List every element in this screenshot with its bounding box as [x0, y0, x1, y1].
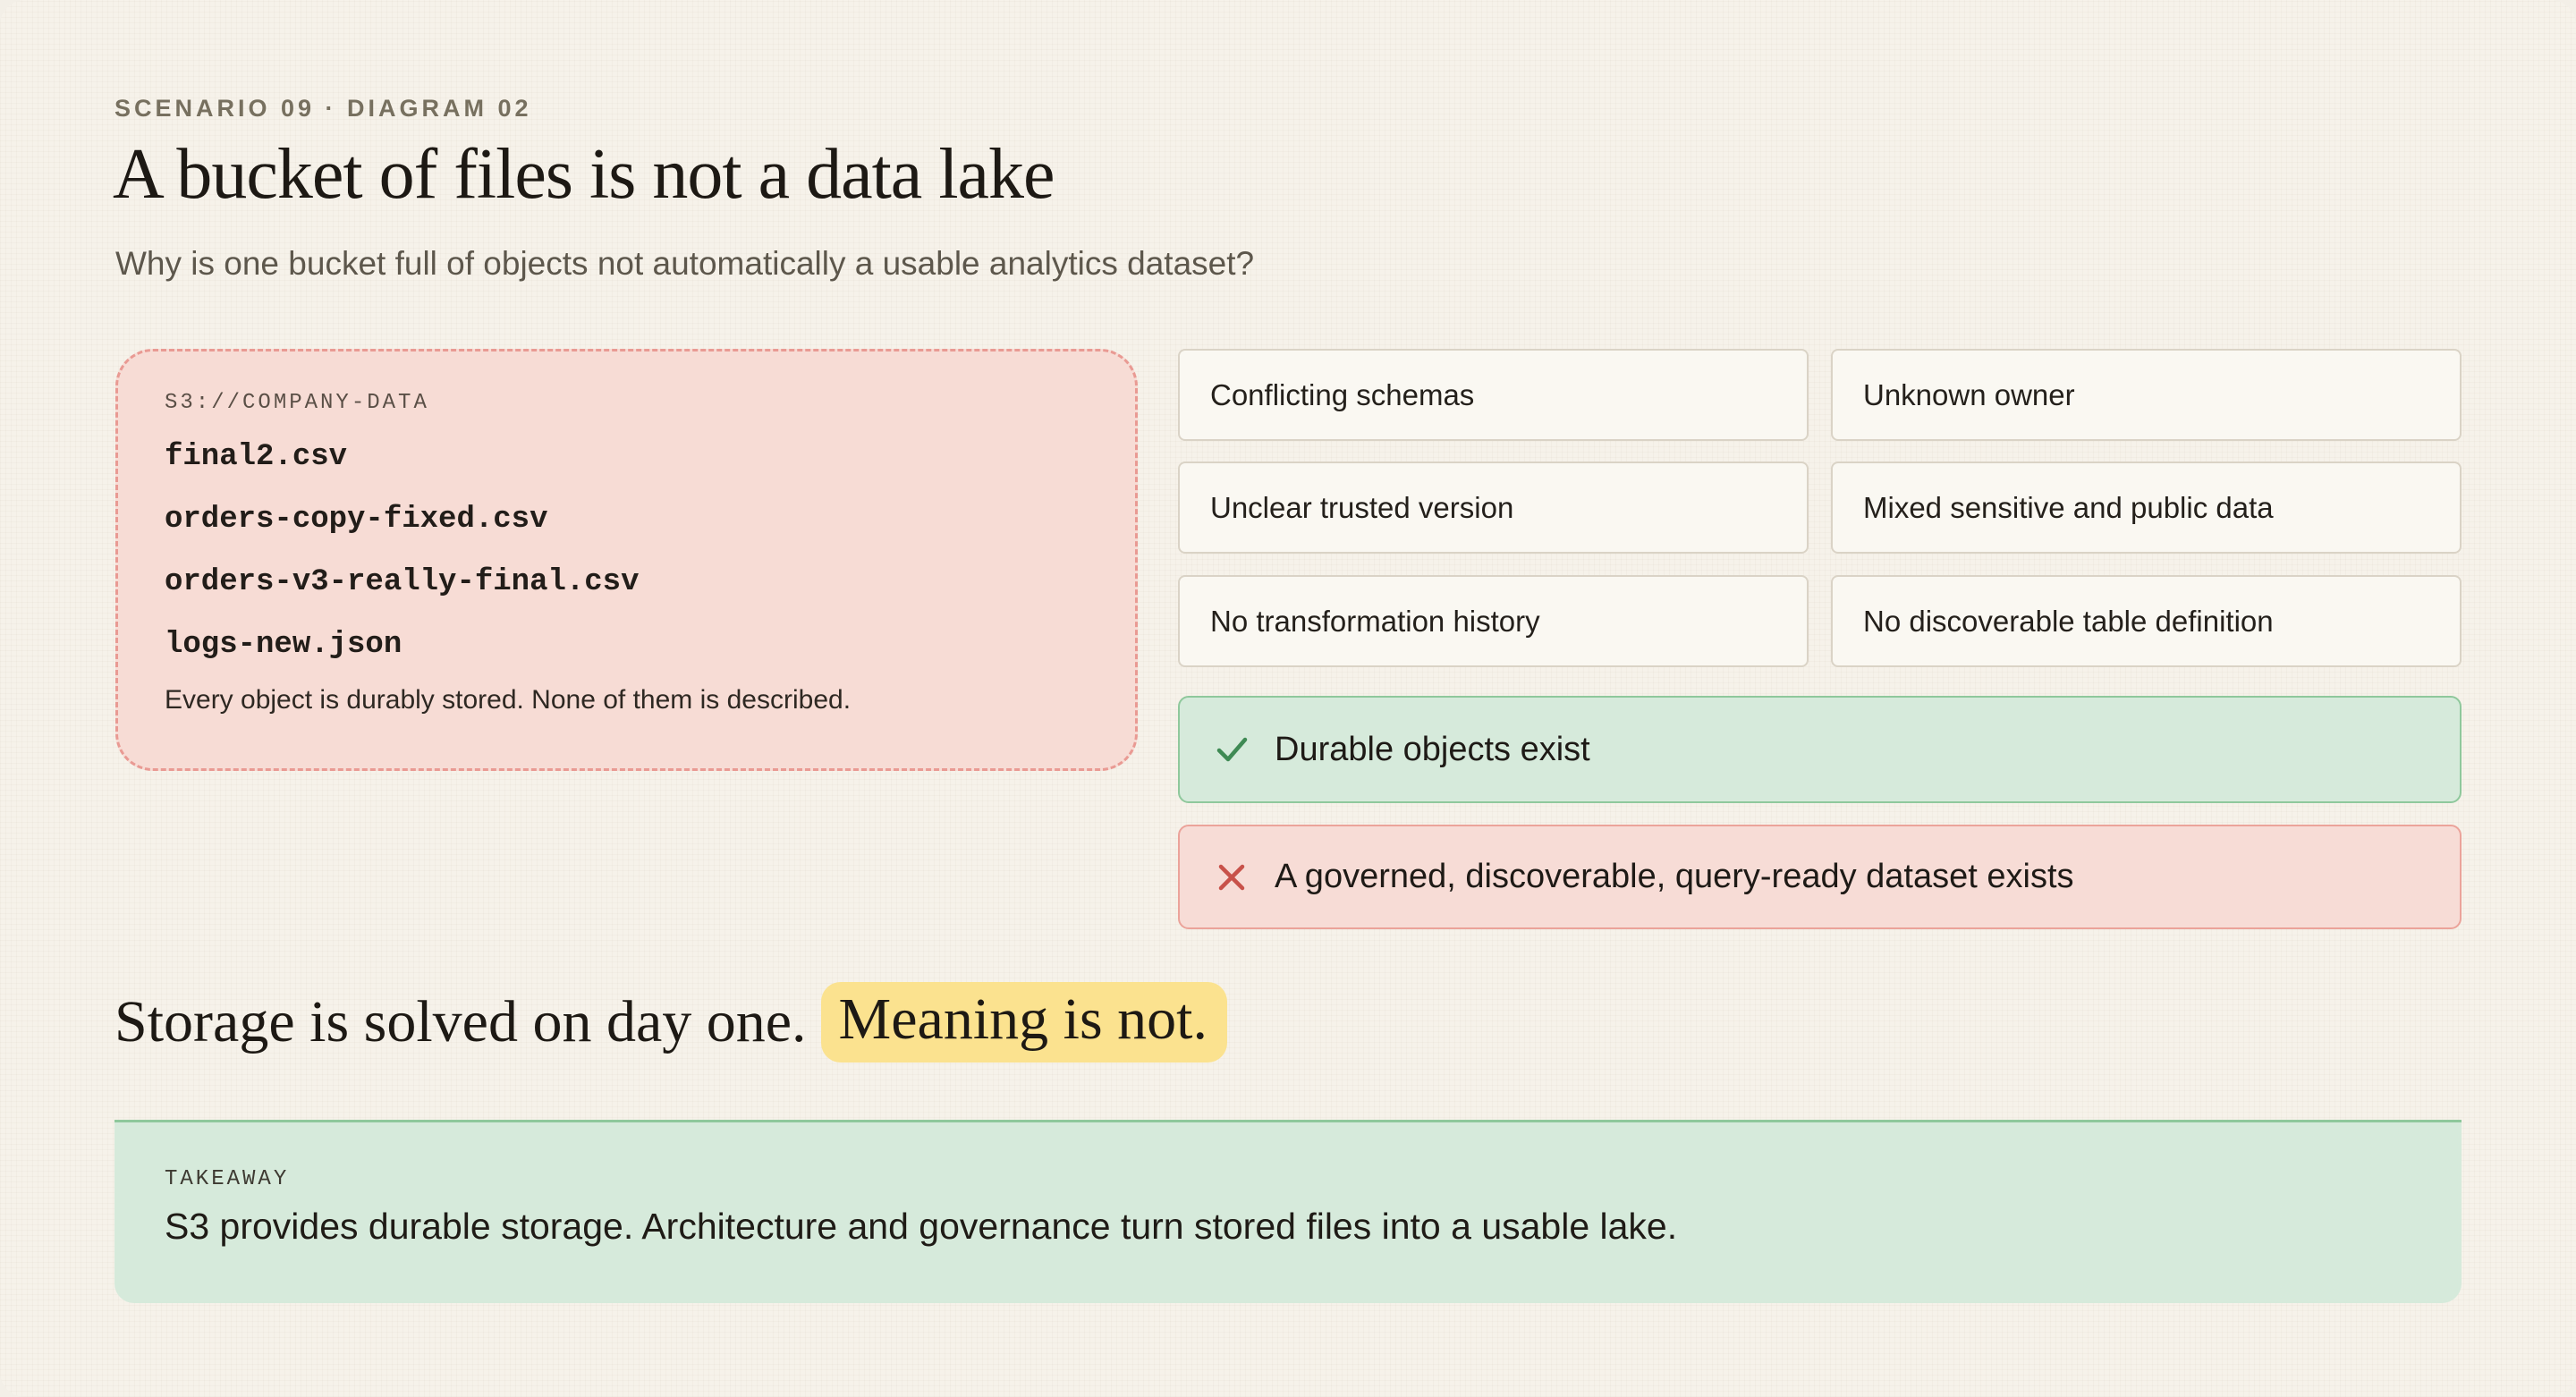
- file-item: orders-copy-fixed.csv: [165, 503, 548, 537]
- takeaway-panel: TAKEAWAY S3 provides durable storage. Ar…: [114, 1120, 2462, 1303]
- check-icon: [1212, 730, 1251, 769]
- punchline-lead: Storage is solved on day one.: [114, 989, 807, 1054]
- bucket-label: S3://COMPANY-DATA: [165, 391, 429, 415]
- problem-card: Mixed sensitive and public data: [1831, 461, 2462, 554]
- file-item: orders-v3-really-final.csv: [165, 565, 640, 599]
- takeaway-text: S3 provides durable storage. Architectur…: [165, 1206, 1678, 1247]
- status-bad-text: A governed, discoverable, query-ready da…: [1275, 858, 2074, 895]
- status-ok: Durable objects exist: [1178, 696, 2462, 803]
- problem-card: No discoverable table definition: [1831, 575, 2462, 667]
- punchline: Storage is solved on day one. Meaning is…: [114, 982, 1228, 1063]
- takeaway-label: TAKEAWAY: [165, 1167, 290, 1191]
- page-subtitle: Why is one bucket full of objects not au…: [115, 245, 1255, 282]
- bucket-note: Every object is durably stored. None of …: [165, 685, 852, 715]
- punchline-highlight: Meaning is not.: [820, 982, 1228, 1063]
- eyebrow-label: SCENARIO 09 · DIAGRAM 02: [114, 95, 532, 122]
- file-list: final2.csv orders-copy-fixed.csv orders-…: [165, 426, 1089, 676]
- problem-card: Unknown owner: [1831, 349, 2462, 441]
- status-bad: A governed, discoverable, query-ready da…: [1178, 825, 2462, 929]
- file-item: logs-new.json: [165, 628, 402, 662]
- problem-card: No transformation history: [1178, 575, 1809, 667]
- page-title: A bucket of files is not a data lake: [113, 135, 1055, 214]
- file-item: final2.csv: [165, 440, 348, 474]
- problem-card: Unclear trusted version: [1178, 461, 1809, 554]
- x-icon: [1212, 858, 1251, 897]
- bucket-card: S3://COMPANY-DATA final2.csv orders-copy…: [115, 349, 1138, 771]
- problem-card: Conflicting schemas: [1178, 349, 1809, 441]
- diagram-canvas: SCENARIO 09 · DIAGRAM 02 A bucket of fil…: [0, 0, 2576, 1397]
- status-ok-text: Durable objects exist: [1275, 730, 1590, 768]
